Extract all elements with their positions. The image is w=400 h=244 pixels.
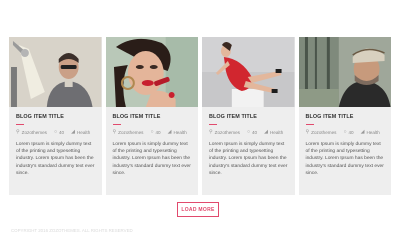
blog-image-man-with-lamp[interactable] bbox=[9, 37, 102, 107]
comment-count[interactable]: 40 bbox=[155, 130, 160, 135]
user-icon: ⚲ bbox=[16, 129, 20, 135]
blog-card-excerpt: Lorem Ipsum is simply dummy text of the … bbox=[209, 142, 288, 176]
blog-card[interactable]: BLOG ITEM TITLE ⚲ Zozothemes ○ 40 ◢ Heal… bbox=[105, 37, 198, 195]
author-name[interactable]: Zozothemes bbox=[215, 130, 240, 135]
blog-card-title[interactable]: BLOG ITEM TITLE bbox=[113, 114, 161, 120]
blog-grid: BLOG ITEM TITLE ⚲ Zozothemes ○ 40 ◢ Heal… bbox=[9, 37, 391, 195]
author-name[interactable]: Zozothemes bbox=[311, 130, 336, 135]
footer-copyright: COPYRIGHT 2016 ZOZOTHEMES. ALL RIGHTS RE… bbox=[11, 228, 133, 233]
tag-icon: ◢ bbox=[71, 129, 75, 135]
blog-card-meta: ⚲ Zozothemes ○ 40 ◢ Health bbox=[209, 129, 283, 136]
blog-card-meta: ⚲ Zozothemes ○ 40 ◢ Health bbox=[305, 129, 380, 136]
author-name[interactable]: Zozothemes bbox=[22, 130, 47, 135]
blog-card-title[interactable]: BLOG ITEM TITLE bbox=[16, 114, 64, 120]
comment-count[interactable]: 40 bbox=[252, 130, 257, 135]
comment-icon: ○ bbox=[150, 129, 154, 135]
post-tag[interactable]: Health bbox=[366, 130, 379, 135]
load-more-button[interactable]: LOAD MORE bbox=[177, 202, 219, 217]
tag-icon: ◢ bbox=[167, 129, 172, 135]
blog-card-title[interactable]: BLOG ITEM TITLE bbox=[306, 114, 354, 120]
comment-icon: ○ bbox=[343, 129, 347, 135]
comment-count[interactable]: 40 bbox=[59, 130, 64, 135]
blog-card[interactable]: BLOG ITEM TITLE ⚲ Zozothemes ○ 40 ◢ Heal… bbox=[298, 37, 391, 195]
user-icon: ⚲ bbox=[209, 129, 213, 135]
blog-card-meta: ⚲ Zozothemes ○ 40 ◢ Health bbox=[16, 129, 90, 136]
blog-card[interactable]: BLOG ITEM TITLE ⚲ Zozothemes ○ 40 ◢ Heal… bbox=[9, 37, 102, 195]
post-tag[interactable]: Health bbox=[173, 130, 186, 135]
post-tag[interactable]: Health bbox=[270, 130, 283, 135]
tag-icon: ◢ bbox=[264, 129, 268, 135]
blog-card-excerpt: Lorem Ipsum is simply dummy text of the … bbox=[305, 142, 384, 176]
tag-icon: ◢ bbox=[360, 129, 365, 135]
post-tag[interactable]: Health bbox=[77, 130, 90, 135]
title-accent-line bbox=[209, 124, 217, 126]
comment-count[interactable]: 40 bbox=[348, 130, 353, 135]
title-accent-line bbox=[16, 124, 24, 126]
author-name[interactable]: Zozothemes bbox=[118, 130, 143, 135]
comment-icon: ○ bbox=[246, 129, 250, 135]
blog-image-woman-in-red-dress[interactable] bbox=[202, 37, 295, 107]
title-accent-line bbox=[305, 124, 314, 126]
blog-image-man-with-hat[interactable] bbox=[298, 37, 391, 107]
user-icon: ⚲ bbox=[305, 129, 310, 135]
blog-image-woman-with-lipstick[interactable] bbox=[105, 37, 198, 107]
blog-card-title[interactable]: BLOG ITEM TITLE bbox=[209, 114, 257, 120]
blog-card-excerpt: Lorem Ipsum is simply dummy text of the … bbox=[16, 142, 95, 176]
comment-icon: ○ bbox=[53, 129, 57, 135]
title-accent-line bbox=[112, 124, 121, 126]
blog-card-meta: ⚲ Zozothemes ○ 40 ◢ Health bbox=[112, 129, 187, 136]
user-icon: ⚲ bbox=[112, 129, 117, 135]
blog-card-excerpt: Lorem Ipsum is simply dummy text of the … bbox=[112, 142, 191, 176]
blog-card[interactable]: BLOG ITEM TITLE ⚲ Zozothemes ○ 40 ◢ Heal… bbox=[202, 37, 295, 195]
